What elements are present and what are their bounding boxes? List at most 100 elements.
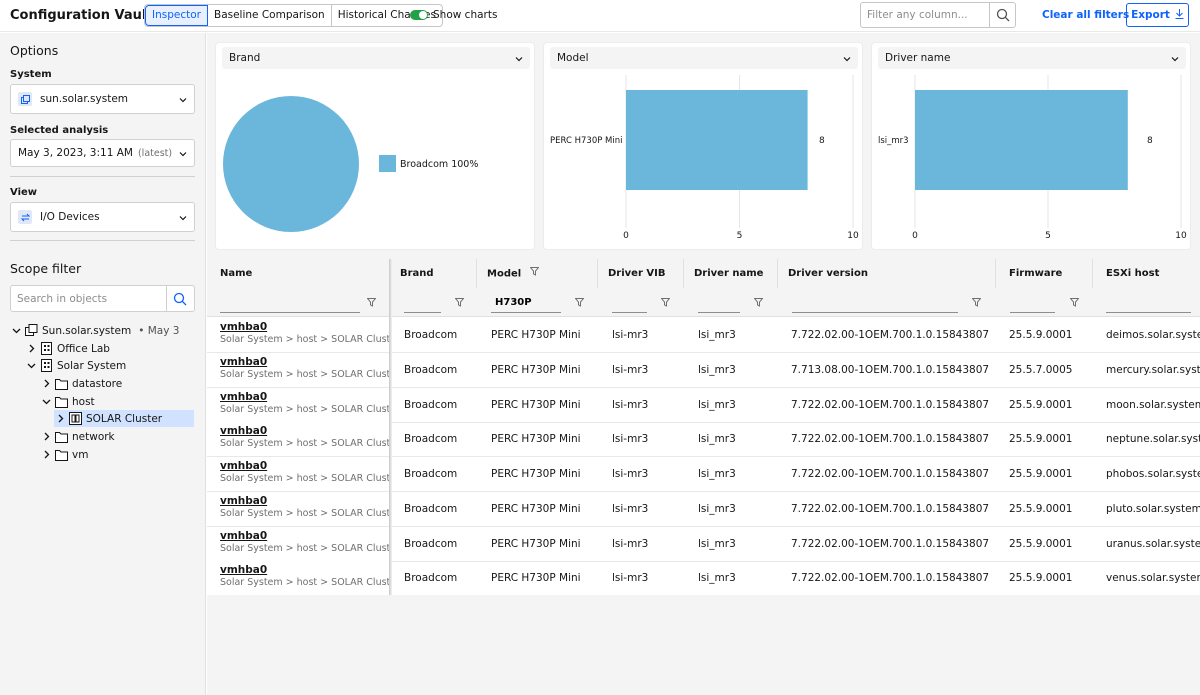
chevron-right-icon[interactable] bbox=[40, 431, 52, 443]
filter-icon[interactable] bbox=[574, 297, 585, 310]
firmware-cell: 25.5.9.0001 bbox=[1009, 502, 1073, 515]
chevron-down-icon[interactable] bbox=[25, 360, 37, 372]
table-row[interactable]: vmhba0Solar System > host > SOLAR Cluste… bbox=[207, 491, 1200, 527]
table-row[interactable]: vmhba0Solar System > host > SOLAR Cluste… bbox=[207, 422, 1200, 458]
device-path: Solar System > host > SOLAR Cluster > pl… bbox=[220, 507, 390, 519]
device-name-link[interactable]: vmhba0 bbox=[220, 356, 390, 368]
device-name-link[interactable]: vmhba0 bbox=[220, 530, 390, 542]
filter-driver-version[interactable] bbox=[792, 293, 958, 313]
bar[interactable] bbox=[626, 90, 808, 190]
brand-chart-card: Brand Broadcom 100% bbox=[215, 42, 535, 250]
tab-baseline-comparison[interactable]: Baseline Comparison bbox=[208, 5, 332, 26]
device-name-link[interactable]: vmhba0 bbox=[220, 391, 390, 403]
scope-filter-heading: Scope filter bbox=[10, 261, 82, 276]
clear-all-filters-link[interactable]: Clear all filters bbox=[1042, 9, 1129, 21]
filter-icon[interactable] bbox=[366, 297, 377, 310]
export-button[interactable]: Export bbox=[1126, 3, 1189, 27]
tree-node-network[interactable]: network bbox=[40, 428, 115, 445]
system-value: sun.solar.system bbox=[40, 93, 129, 105]
driver-vib-cell: lsi-mr3 bbox=[612, 502, 649, 515]
filter-firmware[interactable] bbox=[1010, 293, 1055, 313]
search-icon[interactable] bbox=[173, 292, 187, 306]
device-name-link[interactable]: vmhba0 bbox=[220, 425, 390, 437]
filter-esxi-host[interactable] bbox=[1106, 293, 1191, 313]
device-name-link[interactable]: vmhba0 bbox=[220, 495, 390, 507]
filter-icon[interactable] bbox=[454, 297, 465, 310]
column-header-esxi-host[interactable]: ESXi host bbox=[1093, 259, 1200, 288]
tree-node-sun-solar-system[interactable]: Sun.solar.system • May 3 bbox=[10, 322, 179, 339]
filter-driver-vib-input[interactable] bbox=[612, 293, 647, 312]
folder-icon bbox=[55, 449, 68, 461]
folder-icon bbox=[55, 396, 68, 408]
device-name-link[interactable]: vmhba0 bbox=[220, 564, 390, 576]
table-row[interactable]: vmhba0Solar System > host > SOLAR Cluste… bbox=[207, 561, 1200, 595]
filter-icon[interactable] bbox=[753, 297, 764, 310]
column-filter-input[interactable] bbox=[861, 4, 989, 26]
show-charts-toggle[interactable] bbox=[410, 10, 428, 20]
tree-label: Sun.solar.system bbox=[42, 324, 132, 337]
analysis-select[interactable]: May 3, 2023, 3:11 AM (latest) bbox=[10, 139, 195, 167]
column-header-driver-name[interactable]: Driver name bbox=[684, 259, 778, 288]
tree-label: network bbox=[72, 430, 115, 443]
scope-search-input[interactable] bbox=[11, 287, 166, 310]
chevron-right-icon[interactable] bbox=[40, 378, 52, 390]
chevron-right-icon[interactable] bbox=[40, 449, 52, 461]
filter-name-input[interactable] bbox=[220, 293, 360, 312]
filter-icon[interactable] bbox=[1069, 297, 1080, 310]
tree-node-vm[interactable]: vm bbox=[40, 446, 88, 463]
filter-firmware-input[interactable] bbox=[1010, 293, 1055, 312]
chevron-down-icon[interactable] bbox=[10, 325, 22, 337]
chevron-down-icon[interactable] bbox=[40, 396, 52, 408]
filter-icon[interactable] bbox=[971, 297, 982, 310]
filter-model[interactable] bbox=[491, 293, 561, 313]
filter-driver-version-input[interactable] bbox=[792, 293, 958, 312]
filter-driver-name-input[interactable] bbox=[698, 293, 740, 312]
driver-name-chart-select[interactable]: Driver name bbox=[878, 47, 1186, 69]
tree-node-solar-system[interactable]: Solar System bbox=[25, 357, 126, 374]
tree-node-host[interactable]: host bbox=[40, 393, 95, 410]
system-select[interactable]: sun.solar.system bbox=[10, 84, 195, 114]
table-row[interactable]: vmhba0Solar System > host > SOLAR Cluste… bbox=[207, 526, 1200, 562]
chevron-right-icon[interactable] bbox=[54, 413, 66, 425]
search-icon[interactable] bbox=[996, 8, 1010, 22]
filter-brand[interactable] bbox=[404, 293, 441, 313]
tree-node-datastore[interactable]: datastore bbox=[40, 375, 122, 392]
filter-driver-name[interactable] bbox=[698, 293, 740, 313]
tree-node-office-lab[interactable]: Office Lab bbox=[25, 340, 110, 357]
tree-label: Solar System bbox=[57, 359, 127, 372]
table-row[interactable]: vmhba0Solar System > host > SOLAR Cluste… bbox=[207, 457, 1200, 492]
view-select[interactable]: I/O Devices bbox=[10, 202, 195, 232]
table-row[interactable]: vmhba0Solar System > host > SOLAR Cluste… bbox=[207, 387, 1200, 423]
model-chart-select[interactable]: Model bbox=[550, 47, 858, 69]
bar[interactable] bbox=[915, 90, 1128, 190]
name-cell: vmhba0Solar System > host > SOLAR Cluste… bbox=[207, 561, 390, 595]
driver-version-cell: 7.722.02.00-1OEM.700.1.0.15843807 bbox=[791, 537, 990, 550]
brand-chart-select[interactable]: Brand bbox=[222, 47, 530, 69]
device-name-link[interactable]: vmhba0 bbox=[220, 321, 390, 333]
table-row[interactable]: vmhba0Solar System > host > SOLAR Cluste… bbox=[207, 352, 1200, 388]
tab-inspector[interactable]: Inspector bbox=[145, 5, 208, 26]
filter-icon[interactable] bbox=[660, 297, 671, 310]
driver-version-cell: 7.722.02.00-1OEM.700.1.0.15843807 bbox=[791, 329, 990, 341]
pie-slice-broadcom[interactable] bbox=[223, 96, 359, 232]
column-header-driver-version[interactable]: Driver version bbox=[778, 259, 996, 288]
tree-node-solar-cluster[interactable]: SOLAR Cluster bbox=[54, 410, 194, 427]
column-header-firmware[interactable]: Firmware bbox=[996, 259, 1093, 288]
filter-name[interactable] bbox=[220, 293, 360, 313]
view-label: View bbox=[10, 187, 38, 198]
column-header-driver-vib[interactable]: Driver VIB bbox=[598, 259, 684, 288]
table-row[interactable]: vmhba0Solar System > host > SOLAR Cluste… bbox=[207, 318, 1200, 353]
esxi-host-cell: uranus.solar.system bbox=[1106, 537, 1200, 550]
view-tabs: Inspector Baseline Comparison Historical… bbox=[144, 4, 443, 27]
device-name-link[interactable]: vmhba0 bbox=[220, 460, 390, 472]
column-header-name[interactable]: Name bbox=[207, 259, 390, 288]
filter-esxi-host-input[interactable] bbox=[1106, 293, 1191, 312]
device-path: Solar System > host > SOLAR Cluster > ur… bbox=[220, 542, 390, 554]
filter-brand-input[interactable] bbox=[404, 293, 441, 312]
filter-model-input[interactable] bbox=[491, 293, 561, 312]
filter-driver-vib[interactable] bbox=[612, 293, 647, 313]
driver-version-cell: 7.722.02.00-1OEM.700.1.0.15843807 bbox=[791, 468, 990, 480]
column-header-model[interactable]: Model bbox=[477, 259, 598, 288]
column-header-brand[interactable]: Brand bbox=[390, 259, 477, 288]
chevron-right-icon[interactable] bbox=[25, 343, 37, 355]
